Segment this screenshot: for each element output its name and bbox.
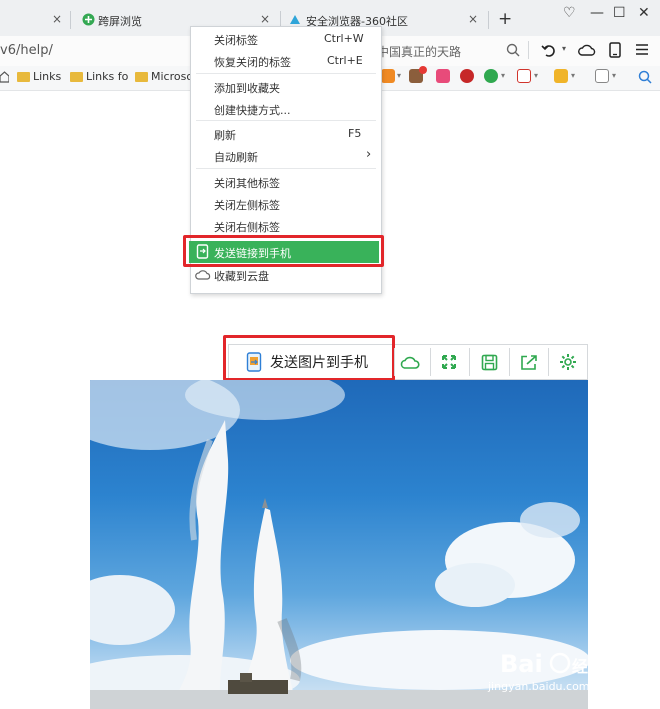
menu-item-create-shortcut[interactable]: 创建快捷方式...	[214, 102, 291, 118]
app-logo-icon	[82, 13, 95, 26]
notification-badge	[419, 66, 427, 74]
shortcut-label: F5	[348, 127, 362, 140]
menu-divider	[196, 73, 376, 74]
shortcut-label: Ctrl+W	[324, 32, 364, 45]
undo-dropdown-icon[interactable]: ▾	[562, 44, 566, 53]
menu-item-close-other-tabs[interactable]: 关闭其他标签	[214, 175, 280, 191]
cloud-icon	[195, 270, 211, 280]
bookmark-links-fo[interactable]: Links fo	[70, 70, 128, 83]
save-to-cloud-button[interactable]	[391, 344, 429, 380]
menu-item-auto-refresh[interactable]: 自动刷新	[214, 149, 258, 165]
image-icon[interactable]	[595, 69, 609, 83]
menu-item-add-favorite[interactable]: 添加到收藏夹	[214, 80, 280, 96]
share-button[interactable]	[510, 344, 548, 380]
tab-close-icon[interactable]: ×	[52, 12, 62, 26]
bookmark-links[interactable]: Links	[17, 70, 61, 83]
folder-icon	[17, 71, 30, 82]
tab-close-icon[interactable]: ×	[260, 12, 270, 26]
watermark-url: jingyan.baidu.com	[487, 680, 588, 693]
undo-icon[interactable]	[541, 42, 557, 58]
menu-divider	[196, 168, 376, 169]
tab-1[interactable]: ×	[0, 6, 70, 36]
settings-button[interactable]	[549, 344, 587, 380]
phone-icon[interactable]	[609, 42, 621, 58]
submenu-arrow-icon: ›	[366, 147, 372, 162]
url-input[interactable]: v6/help/	[0, 43, 53, 58]
tab-divider	[70, 11, 71, 29]
fullscreen-button[interactable]	[430, 344, 468, 380]
save-icon	[481, 354, 497, 370]
gear-icon	[560, 354, 576, 370]
photo-scene: Bai 经验 jingyan.baidu.com	[90, 380, 588, 709]
dropdown-icon[interactable]: ▾	[571, 71, 575, 80]
tab-close-icon[interactable]: ×	[468, 12, 478, 26]
tab-divider	[488, 11, 489, 29]
dropdown-icon[interactable]: ▾	[534, 71, 538, 80]
cloud-icon	[400, 356, 420, 369]
watermark-brand: Bai	[500, 650, 543, 678]
menu-item-save-to-cloud[interactable]: 收藏到云盘	[214, 268, 269, 284]
folder-icon	[135, 71, 148, 82]
adblock-icon[interactable]	[460, 69, 474, 83]
folder-icon	[70, 71, 83, 82]
community-icon	[290, 15, 300, 24]
translate-icon[interactable]	[517, 69, 531, 83]
menu-item-close-right-tabs[interactable]: 关闭右侧标签	[214, 219, 280, 235]
search-icon[interactable]	[506, 43, 520, 57]
callout-highlight-box	[223, 335, 395, 381]
menu-item-refresh[interactable]: 刷新	[214, 127, 236, 143]
bookmark-microsoft[interactable]: Microso	[135, 70, 193, 83]
save-image-button[interactable]	[470, 344, 508, 380]
zoom-icon[interactable]	[638, 70, 652, 84]
callout-highlight-box	[183, 235, 384, 267]
missile-launch-photo: Bai 经验 jingyan.baidu.com	[90, 380, 588, 709]
extension-icon[interactable]	[436, 69, 450, 83]
shortcut-label: Ctrl+E	[327, 54, 363, 67]
cloud-icon[interactable]	[578, 43, 596, 56]
screenshot-icon[interactable]	[554, 69, 568, 83]
menu-item-close-left-tabs[interactable]: 关闭左侧标签	[214, 197, 280, 213]
close-window-button[interactable]: ✕	[638, 5, 650, 21]
search-input[interactable]: 中国真正的天路	[377, 43, 461, 60]
toolbar-divider	[528, 41, 529, 59]
tab-label: 跨屏浏览	[98, 15, 142, 28]
menu-item-close-tab[interactable]: 关闭标签	[214, 32, 258, 48]
menu-icon[interactable]	[635, 43, 649, 56]
new-tab-button[interactable]: +	[498, 9, 512, 29]
home-icon[interactable]	[0, 71, 9, 83]
maximize-button[interactable]: ☐	[613, 5, 626, 21]
dropdown-icon[interactable]: ▾	[501, 71, 505, 80]
dropdown-icon[interactable]: ▾	[397, 71, 401, 80]
menu-item-restore-tab[interactable]: 恢复关闭的标签	[214, 54, 291, 70]
share-icon	[521, 354, 537, 370]
dropdown-icon[interactable]: ▾	[612, 71, 616, 80]
expand-icon	[442, 355, 456, 369]
extension-icon[interactable]	[381, 69, 395, 83]
watermark-brand-cn: 经验	[572, 657, 588, 676]
skin-icon[interactable]: ♡	[563, 5, 576, 21]
shield-icon[interactable]	[484, 69, 498, 83]
minimize-button[interactable]: —	[590, 5, 604, 21]
menu-divider	[196, 120, 376, 121]
